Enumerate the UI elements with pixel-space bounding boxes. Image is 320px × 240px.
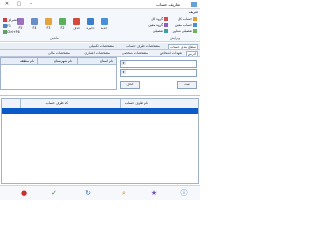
- save-button[interactable]: ذخیره: [84, 18, 97, 30]
- new-button[interactable]: جدید: [98, 18, 110, 30]
- col-city[interactable]: نام شهرستان: [54, 59, 72, 63]
- remove-region-button[interactable]: حذف: [120, 81, 140, 89]
- region-form: ▾ ▾ حذف ثبت: [119, 57, 200, 90]
- minimize-icon[interactable]: –: [25, 1, 37, 8]
- tree-icon: [193, 29, 197, 33]
- cancel-button[interactable]: انصراف: [2, 18, 18, 22]
- tab-credit[interactable]: مشخصات اعتباری: [84, 51, 110, 55]
- ribbon-item-4[interactable]: گروه کل: [151, 17, 168, 21]
- col-region[interactable]: نام منطقه: [20, 59, 34, 63]
- chevron-down-icon[interactable]: ▾: [121, 70, 126, 74]
- title-bar: ✕ ▢ – تعاریف حساب: [0, 0, 200, 9]
- col-party-code[interactable]: کد طرف حساب: [46, 101, 68, 105]
- accounts-grid[interactable]: نام طرف حساب کد طرف حساب: [1, 98, 199, 184]
- grid-icon: [164, 23, 168, 27]
- app-icon: [191, 2, 197, 7]
- ctrl-f6-button[interactable]: Ctrl+F6: [2, 30, 20, 34]
- delete-button[interactable]: حذف: [70, 18, 83, 30]
- info-icon[interactable]: ⓘ: [180, 189, 188, 197]
- ribbon-item-3[interactable]: تفصیلی شناور: [173, 29, 197, 33]
- tab-party-info[interactable]: مشخصات طرف حساب: [126, 44, 160, 48]
- city-combo[interactable]: ▾: [120, 69, 197, 77]
- tabs-row-1: سطح بندی حساب مشخصات طرف حساب مشخصات تکم…: [0, 43, 200, 50]
- ribbon-group-label: ویرایش: [169, 36, 180, 40]
- ribbon: تعریف حساب کل حساب معین تفصیلی شناور گرو…: [0, 9, 200, 42]
- f1-button[interactable]: F1: [2, 24, 11, 28]
- save-icon: [87, 18, 94, 25]
- tab-account-levels[interactable]: سطح بندی حساب: [168, 44, 198, 49]
- maximize-icon[interactable]: ▢: [13, 1, 25, 8]
- f2-button[interactable]: F2: [56, 18, 69, 30]
- delete-icon: [73, 18, 80, 25]
- stop-icon[interactable]: ●: [20, 189, 28, 197]
- f3-button[interactable]: F3: [42, 18, 55, 30]
- export-icon: [17, 18, 24, 25]
- divider: [0, 95, 200, 96]
- tab-extra-info[interactable]: مشخصات تکمیلی: [89, 44, 114, 48]
- tab-financial[interactable]: مشخصات مالی: [48, 51, 70, 55]
- province-combo[interactable]: ▾: [120, 60, 197, 68]
- f4-button[interactable]: F4: [28, 18, 41, 30]
- refresh-icon: [59, 18, 66, 25]
- detail-icon: [164, 29, 168, 33]
- ribbon-item-2[interactable]: حساب معین: [175, 23, 197, 27]
- region-grid[interactable]: نام استان نام شهرستان نام منطقه: [0, 57, 117, 90]
- chevron-down-icon[interactable]: ▾: [121, 61, 126, 65]
- selected-row[interactable]: [2, 108, 198, 114]
- window-title: تعاریف حساب: [156, 2, 180, 7]
- check-icon[interactable]: ✓: [50, 189, 58, 197]
- search-icon: [45, 18, 52, 25]
- refresh-icon[interactable]: ↻: [84, 189, 92, 197]
- star-icon[interactable]: ★: [150, 189, 158, 197]
- ribbon-item-6[interactable]: تفصیلی: [153, 29, 168, 33]
- status-bar: ● ✓ ↻ ⌕ ★ ⓘ: [0, 185, 200, 200]
- region-grid-header: نام استان نام شهرستان نام منطقه: [1, 58, 116, 65]
- new-icon: [100, 18, 108, 25]
- list-icon: [193, 23, 197, 27]
- ribbon-left-group-label: ماشین: [50, 36, 59, 40]
- close-icon[interactable]: ✕: [1, 1, 13, 8]
- tab-address[interactable]: آدرس: [185, 51, 198, 56]
- ribbon-item-1[interactable]: حساب کل: [178, 17, 197, 21]
- group-icon: [164, 17, 168, 21]
- ribbon-tab-define[interactable]: تعریف: [189, 10, 198, 14]
- tab-commitments[interactable]: تعهدات اشخاص: [160, 51, 182, 55]
- print-icon: [31, 18, 38, 25]
- folder-icon: [193, 17, 197, 21]
- search-icon[interactable]: ⌕: [120, 189, 128, 197]
- add-region-button[interactable]: ثبت: [177, 81, 197, 89]
- ribbon-item-5[interactable]: گروه معین: [148, 23, 168, 27]
- tab-personal[interactable]: مشخصات شخصی: [122, 51, 148, 55]
- tabs-row-2: آدرس تعهدات اشخاص مشخصات شخصی مشخصات اعت…: [0, 50, 200, 57]
- col-province[interactable]: نام استان: [100, 59, 113, 63]
- col-party-name[interactable]: نام طرف حساب: [125, 101, 148, 105]
